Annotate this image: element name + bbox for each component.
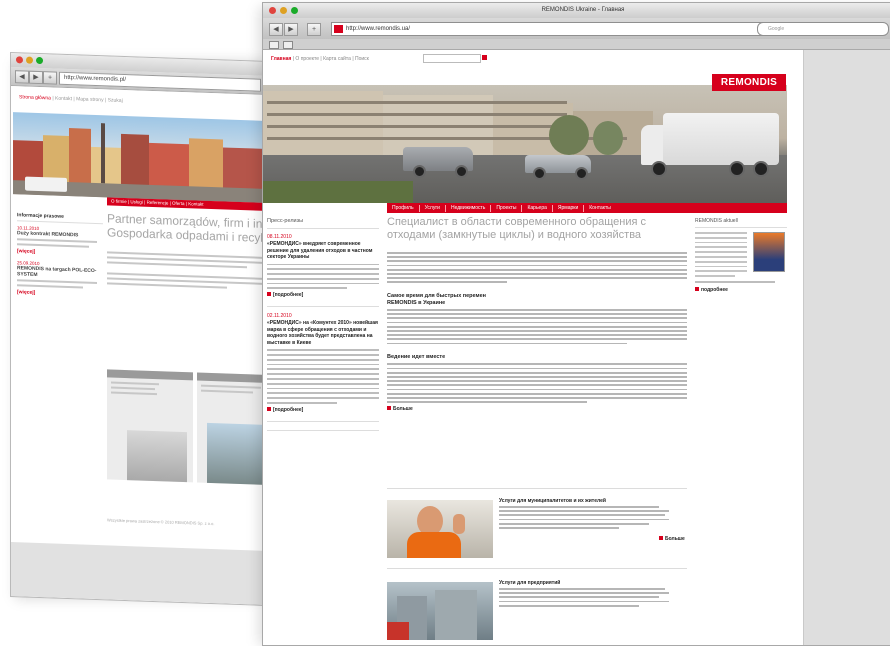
- remondis-logo[interactable]: REMONDIS: [712, 74, 786, 91]
- back-news-header: Informacje prasowe: [17, 212, 103, 225]
- back-hero-image: [13, 112, 267, 203]
- intro-text: [387, 252, 687, 284]
- back-news-title[interactable]: REMONDIS na targach POL-ECO-SYSTEM: [17, 265, 103, 280]
- back-browser-window: ◀ ▶ + http://www.remondis.pl/ Strona głó…: [10, 52, 270, 607]
- press-more-link[interactable]: [подробнее]: [267, 292, 379, 298]
- front-window-toolbar: ◀ ▶ + http://www.remondis.ua/ Google: [263, 18, 890, 39]
- section-title: Самое время для быстрых перемен REMONDIS…: [387, 293, 486, 307]
- news-sidebar: REMONDIS aktuell подробнее: [695, 218, 787, 293]
- back-top-nav: Strona główna | Kontakt | Mapa strony | …: [19, 94, 123, 104]
- teaser-more-label: Больше: [665, 536, 685, 542]
- bullet-icon: [267, 292, 271, 297]
- page-title: Специалист в области современного обраще…: [387, 216, 646, 241]
- zoom-icon[interactable]: [36, 56, 43, 65]
- main-content: Специалист в области современного обраще…: [387, 216, 687, 414]
- sidebar-more-label: подробнее: [701, 286, 728, 293]
- close-icon[interactable]: [16, 56, 23, 64]
- url-text: http://www.remondis.ua/: [346, 26, 411, 32]
- back-arrow-icon[interactable]: ◀: [15, 70, 29, 84]
- close-icon[interactable]: [269, 7, 276, 14]
- nav-home-link[interactable]: Главная: [271, 56, 291, 62]
- site-favicon-icon: [334, 25, 343, 33]
- section-text: [387, 309, 687, 345]
- press-date: 08.11.2010: [267, 234, 292, 240]
- menu-item-real-estate[interactable]: Недвижимость: [446, 204, 492, 212]
- section-more-label: Больше: [393, 405, 413, 412]
- forward-arrow-icon[interactable]: ▶: [29, 70, 43, 85]
- menu-item-contacts[interactable]: Контакты: [584, 205, 616, 212]
- window-title: REMONDIS Ukraine - Главная: [541, 7, 625, 13]
- menu-item-projects[interactable]: Проекты: [491, 204, 523, 212]
- menu-item-fairs[interactable]: Ярмарки: [553, 204, 585, 212]
- press-title[interactable]: «РЕМОНДИС» внедряет современное решение …: [267, 241, 379, 261]
- press-releases-column: Пресс-релизы 08.11.2010 «РЕМОНДИС» внедр…: [267, 218, 379, 437]
- back-arrow-icon[interactable]: ◀: [269, 23, 283, 36]
- bullet-icon: [695, 286, 699, 291]
- back-news-column: Informacje prasowe 10.11.2010 Duży kontr…: [17, 212, 103, 304]
- menu-item-career[interactable]: Карьера: [522, 204, 553, 212]
- front-window-titlebar: REMONDIS Ukraine - Главная: [263, 3, 890, 18]
- back-page-content: Strona główna | Kontakt | Mapa strony | …: [11, 86, 270, 606]
- press-date: 02.11.2010: [267, 313, 292, 320]
- top-utility-nav: Главная | О проекте | Карта сайта | Поис…: [271, 56, 369, 62]
- menu-item-services[interactable]: Услуги: [420, 204, 446, 212]
- add-bookmark-icon[interactable]: +: [43, 71, 57, 85]
- back-news-item[interactable]: 25.09.2010 REMONDIS na targach POL-ECO-S…: [17, 260, 103, 298]
- zoom-icon[interactable]: [291, 7, 298, 14]
- front-page-content: Главная | О проекте | Карта сайта | Поис…: [263, 50, 803, 645]
- back-intro-text: [107, 251, 263, 292]
- bullet-icon: [267, 406, 271, 411]
- minimize-icon[interactable]: [26, 56, 33, 64]
- back-top-nav-active[interactable]: Strona główna: [19, 94, 51, 101]
- back-top-nav-links[interactable]: | Kontakt | Mapa strony | Szukaj: [51, 95, 122, 103]
- teaser-worker-photo: [387, 500, 493, 558]
- forward-arrow-icon[interactable]: ▶: [284, 23, 298, 36]
- nav-utility-links[interactable]: | О проекте | Карта сайта | Поиск: [291, 56, 369, 62]
- press-item[interactable]: 02.11.2010 «РЕМОНДИС» на «Комунтех 2010»…: [267, 313, 379, 413]
- minimize-icon[interactable]: [280, 7, 287, 14]
- add-bookmark-icon[interactable]: +: [307, 23, 321, 36]
- section-more-link[interactable]: Больше: [387, 405, 687, 412]
- back-footer: Wszystkie prawa zastrzeżone © 2010 REMON…: [107, 517, 215, 527]
- back-news-more-link[interactable]: [więcej]: [17, 289, 103, 298]
- site-search-input[interactable]: [423, 54, 481, 63]
- teaser-factory-photo: [387, 582, 493, 640]
- press-title[interactable]: «РЕМОНДИС» на «Комунтех 2010» новейшая м…: [267, 320, 379, 346]
- browser-search-field[interactable]: Google: [757, 22, 889, 36]
- back-teaser-box-left[interactable]: [107, 369, 193, 483]
- sidebar-more-link[interactable]: подробнее: [695, 286, 787, 293]
- press-more-label: [подробнее]: [273, 406, 304, 413]
- teaser-text: [499, 506, 679, 531]
- magazine-cover-image[interactable]: [753, 232, 785, 272]
- grid-icon[interactable]: [283, 41, 293, 49]
- front-browser-window: REMONDIS Ukraine - Главная ◀ ▶ + http://…: [262, 2, 890, 646]
- hero-truck-body: [663, 113, 779, 165]
- bullet-icon: [387, 405, 391, 410]
- press-more-label: [подробнее]: [273, 292, 304, 299]
- sidebar-header: REMONDIS aktuell: [695, 218, 787, 228]
- bullet-icon: [659, 536, 663, 540]
- press-more-link[interactable]: [подробнее]: [267, 406, 379, 413]
- bookmarks-bar: [263, 39, 890, 50]
- teaser-business-services[interactable]: Услуги для предприятий: [387, 578, 697, 644]
- menu-item-profile[interactable]: Профиль: [387, 204, 420, 212]
- teaser-title[interactable]: Услуги для предприятий: [499, 580, 560, 586]
- main-menu: Профиль Услуги Недвижимость Проекты Карь…: [387, 203, 787, 213]
- teaser-more-link[interactable]: Больше: [659, 536, 685, 542]
- teaser-municipal-services[interactable]: Услуги для муниципалитетов и их жителей …: [387, 496, 697, 562]
- back-news-more-link[interactable]: [więcej]: [17, 248, 103, 257]
- teaser-title[interactable]: Услуги для муниципалитетов и их жителей: [499, 498, 606, 504]
- address-bar[interactable]: http://www.remondis.ua/: [331, 22, 765, 36]
- press-item[interactable]: 08.11.2010 «РЕМОНДИС» внедряет современн…: [267, 234, 379, 298]
- bookmarks-icon[interactable]: [269, 41, 279, 49]
- section-text: [387, 363, 687, 403]
- back-news-item[interactable]: 10.11.2010 Duży kontrakt REMONDIS [więce…: [17, 225, 103, 257]
- site-search-button[interactable]: [482, 55, 487, 60]
- teaser-text: [499, 588, 679, 609]
- back-page-headline: Partner samorządów, firm i insty Gospoda…: [107, 211, 270, 245]
- section-title: Ведение идет вместе: [387, 354, 446, 361]
- hero-street-image: [263, 85, 787, 203]
- press-releases-header: Пресс-релизы: [267, 218, 379, 229]
